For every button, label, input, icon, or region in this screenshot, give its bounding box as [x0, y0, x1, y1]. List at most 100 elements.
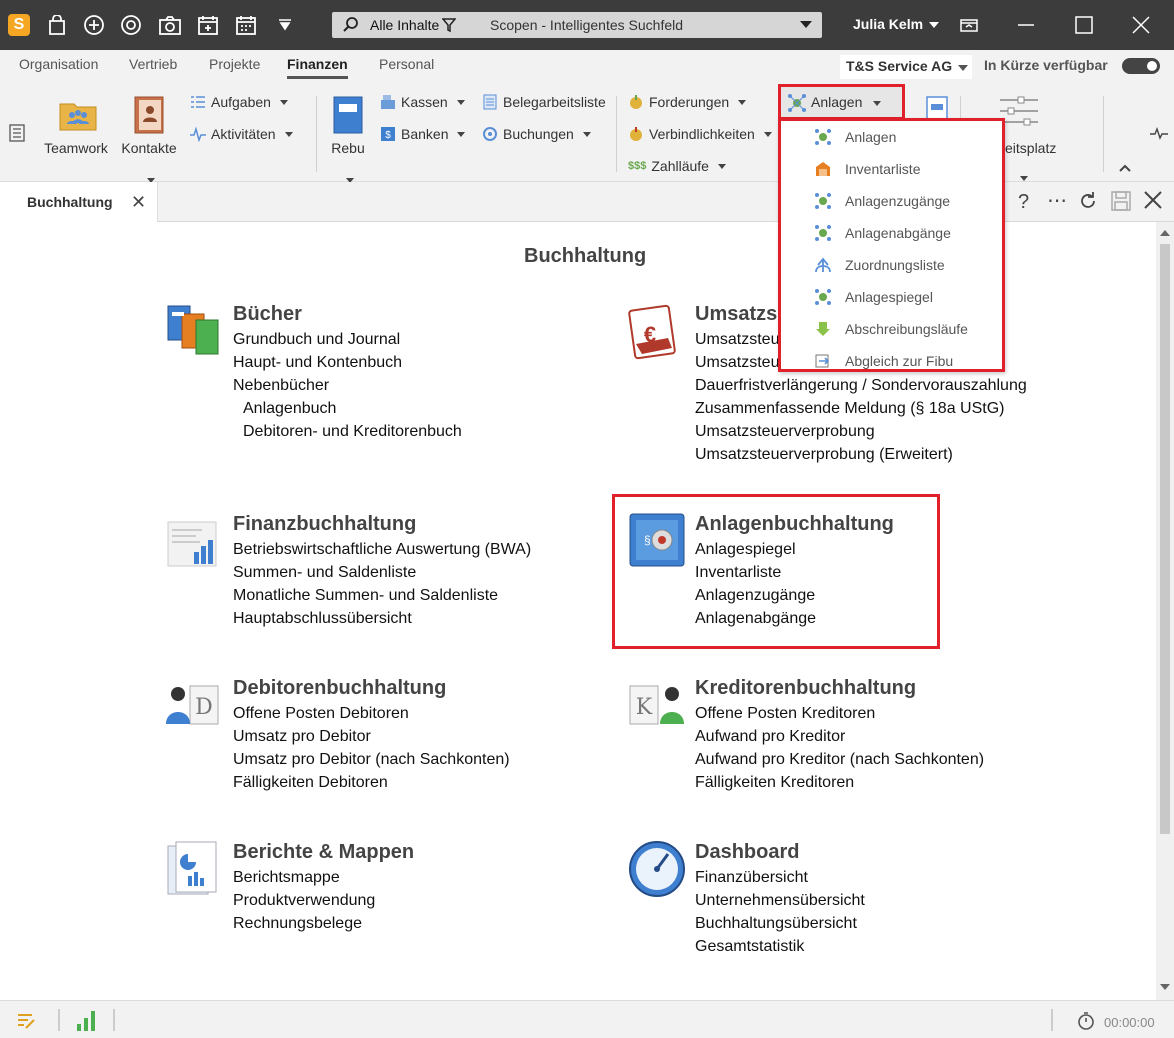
- refresh-icon[interactable]: [1078, 191, 1098, 217]
- link-monatliche-saldenliste[interactable]: Monatliche Summen- und Saldenliste: [233, 587, 498, 605]
- link-faelligkeiten-kreditoren[interactable]: Fälligkeiten Kreditoren: [695, 774, 854, 792]
- aktivitaeten-button[interactable]: Aktivitäten: [190, 126, 293, 142]
- minimize-icon[interactable]: [1013, 12, 1039, 38]
- link-umsatzsteuerverprobung-erweitert[interactable]: Umsatzsteuerverprobung (Erweitert): [695, 446, 953, 464]
- tab-personal[interactable]: Personal: [379, 56, 434, 72]
- anlagenbuchhaltung-highlight: [612, 494, 940, 649]
- rebu-button[interactable]: Rebu: [328, 96, 368, 186]
- tab-finanzen[interactable]: Finanzen: [287, 56, 348, 79]
- menu-item-abgleich-fibu[interactable]: Abgleich zur Fibu: [781, 345, 1002, 377]
- link-umsatzsteuer-1[interactable]: Umsatzsteu: [695, 331, 779, 349]
- menu-item-anlagespiegel[interactable]: Anlagespiegel: [781, 281, 1002, 313]
- user-dropdown-icon[interactable]: [929, 22, 939, 28]
- chevron-down-icon: [763, 131, 772, 137]
- tab-organisation[interactable]: Organisation: [19, 56, 98, 72]
- link-anlagenbuch[interactable]: Anlagenbuch: [243, 400, 336, 418]
- close-view-icon[interactable]: [1144, 191, 1162, 215]
- link-umsatzsteuerverprobung[interactable]: Umsatzsteuerverprobung: [695, 423, 875, 441]
- search-scope-label[interactable]: Alle Inhalte: [370, 17, 439, 33]
- more-dropdown-icon[interactable]: [272, 12, 298, 38]
- tab-buchhaltung[interactable]: Buchhaltung ✕: [0, 182, 158, 222]
- link-aufwand-kreditor-sachkonten[interactable]: Aufwand pro Kreditor (nach Sachkonten): [695, 751, 984, 769]
- link-zusammenfassende-meldung[interactable]: Zusammenfassende Meldung (§ 18a UStG): [695, 400, 1004, 418]
- collapse-ribbon-icon[interactable]: [1118, 160, 1132, 178]
- filter-icon[interactable]: [442, 17, 456, 33]
- link-hauptabschlussuebersicht[interactable]: Hauptabschlussübersicht: [233, 610, 412, 628]
- link-offene-posten-debitoren[interactable]: Offene Posten Debitoren: [233, 705, 409, 723]
- app-logo-icon[interactable]: S: [8, 14, 30, 36]
- buchungen-button[interactable]: Buchungen: [482, 126, 591, 142]
- sidebar-toggle-icon[interactable]: [9, 124, 25, 147]
- menu-item-anlagen[interactable]: Anlagen: [781, 121, 1002, 153]
- link-umsatz-pro-debitor[interactable]: Umsatz pro Debitor: [233, 728, 371, 746]
- scroll-up-icon[interactable]: [1160, 230, 1170, 236]
- search-dropdown-icon[interactable]: [800, 21, 812, 28]
- link-nebenbuecher[interactable]: Nebenbücher: [233, 377, 329, 395]
- tab-vertrieb[interactable]: Vertrieb: [129, 56, 177, 72]
- tab-projekte[interactable]: Projekte: [209, 56, 260, 72]
- chevron-down-icon: [582, 131, 591, 137]
- save-icon[interactable]: [1111, 191, 1131, 217]
- shopping-bag-icon[interactable]: [44, 12, 70, 38]
- close-window-icon[interactable]: [1128, 12, 1154, 38]
- menu-item-zuordnungsliste[interactable]: Zuordnungsliste: [781, 249, 1002, 281]
- link-aufwand-pro-kreditor[interactable]: Aufwand pro Kreditor: [695, 728, 845, 746]
- camera-icon[interactable]: [157, 12, 183, 38]
- banken-button[interactable]: $ Banken: [380, 126, 466, 142]
- close-tab-icon[interactable]: ✕: [131, 192, 146, 213]
- menu-item-anlagenzugaenge[interactable]: Anlagenzugänge: [781, 185, 1002, 217]
- user-menu[interactable]: Julia Kelm: [853, 16, 923, 32]
- arbeitsplatz-label[interactable]: eitsplatz: [1005, 140, 1056, 156]
- signal-strength-icon[interactable]: [76, 1010, 96, 1037]
- search-input[interactable]: Scopen - Intelligentes Suchfeld: [490, 17, 683, 33]
- forderungen-button[interactable]: Forderungen: [628, 94, 747, 110]
- maximize-icon[interactable]: [1071, 12, 1097, 38]
- belegarbeitsliste-button[interactable]: Belegarbeitsliste: [482, 94, 606, 110]
- lifebuoy-icon[interactable]: [118, 12, 144, 38]
- link-buchhaltungsuebersicht[interactable]: Buchhaltungsübersicht: [695, 915, 857, 933]
- link-dauerfristverlaengerung[interactable]: Dauerfristverlängerung / Sondervorauszah…: [695, 377, 1027, 395]
- verbindlichkeiten-button[interactable]: Verbindlichkeiten: [628, 126, 772, 142]
- pulse-icon[interactable]: [1150, 126, 1168, 145]
- link-faelligkeiten-debitoren[interactable]: Fälligkeiten Debitoren: [233, 774, 388, 792]
- aufgaben-button[interactable]: Aufgaben: [190, 94, 288, 110]
- link-rechnungsbelege[interactable]: Rechnungsbelege: [233, 915, 362, 933]
- link-berichtsmappe[interactable]: Berichtsmappe: [233, 869, 340, 887]
- anlagen-ribbon-button[interactable]: Anlagen: [778, 84, 905, 120]
- link-gesamtstatistik[interactable]: Gesamtstatistik: [695, 938, 804, 956]
- menu-item-abschreibungslaeufe[interactable]: Abschreibungsläufe: [781, 313, 1002, 345]
- link-umsatzsteuer-2[interactable]: Umsatzsteu: [695, 354, 779, 372]
- link-bwa[interactable]: Betriebswirtschaftliche Auswertung (BWA): [233, 541, 531, 559]
- coming-soon-toggle[interactable]: [1122, 58, 1160, 74]
- vertical-scrollbar[interactable]: [1156, 222, 1174, 1000]
- link-umsatz-debitor-sachkonten[interactable]: Umsatz pro Debitor (nach Sachkonten): [233, 751, 510, 769]
- smart-search-field[interactable]: Alle Inhalte Scopen - Intelligentes Such…: [332, 12, 822, 38]
- kassen-button[interactable]: Kassen: [380, 94, 465, 110]
- stopwatch-icon[interactable]: [1077, 1012, 1095, 1035]
- link-unternehmensuebersicht[interactable]: Unternehmensübersicht: [695, 892, 865, 910]
- link-debitoren-kreditorenbuch[interactable]: Debitoren- und Kreditorenbuch: [243, 423, 462, 441]
- calendar-icon[interactable]: [233, 12, 259, 38]
- link-hauptbuch[interactable]: Haupt- und Kontenbuch: [233, 354, 402, 372]
- link-offene-posten-kreditoren[interactable]: Offene Posten Kreditoren: [695, 705, 875, 723]
- scroll-down-icon[interactable]: [1160, 984, 1170, 990]
- company-selector[interactable]: T&S Service AG: [840, 55, 972, 79]
- zahllaeufe-button[interactable]: $$$ Zahlläufe: [628, 158, 726, 174]
- more-options-icon[interactable]: ⋯: [1047, 188, 1067, 213]
- link-finanzuebersicht[interactable]: Finanzübersicht: [695, 869, 808, 887]
- scrollbar-thumb[interactable]: [1160, 244, 1170, 834]
- kontakte-button[interactable]: Kontakte: [118, 96, 180, 186]
- restore-window-icon[interactable]: [956, 12, 982, 38]
- menu-item-anlagenabgaenge[interactable]: Anlagenabgänge: [781, 217, 1002, 249]
- teamwork-button[interactable]: Teamwork: [40, 96, 112, 156]
- notes-icon[interactable]: [16, 1011, 36, 1036]
- menu-item-inventarliste[interactable]: Inventarliste: [781, 153, 1002, 185]
- link-produktverwendung[interactable]: Produktverwendung: [233, 892, 375, 910]
- calendar-add-icon[interactable]: [195, 12, 221, 38]
- chevron-down-icon[interactable]: [1020, 176, 1028, 181]
- link-grundbuch[interactable]: Grundbuch und Journal: [233, 331, 400, 349]
- link-summen-saldenliste[interactable]: Summen- und Saldenliste: [233, 564, 416, 582]
- help-icon[interactable]: ?: [1018, 191, 1029, 214]
- add-circle-icon[interactable]: [81, 12, 107, 38]
- asset-register-icon[interactable]: [926, 96, 948, 120]
